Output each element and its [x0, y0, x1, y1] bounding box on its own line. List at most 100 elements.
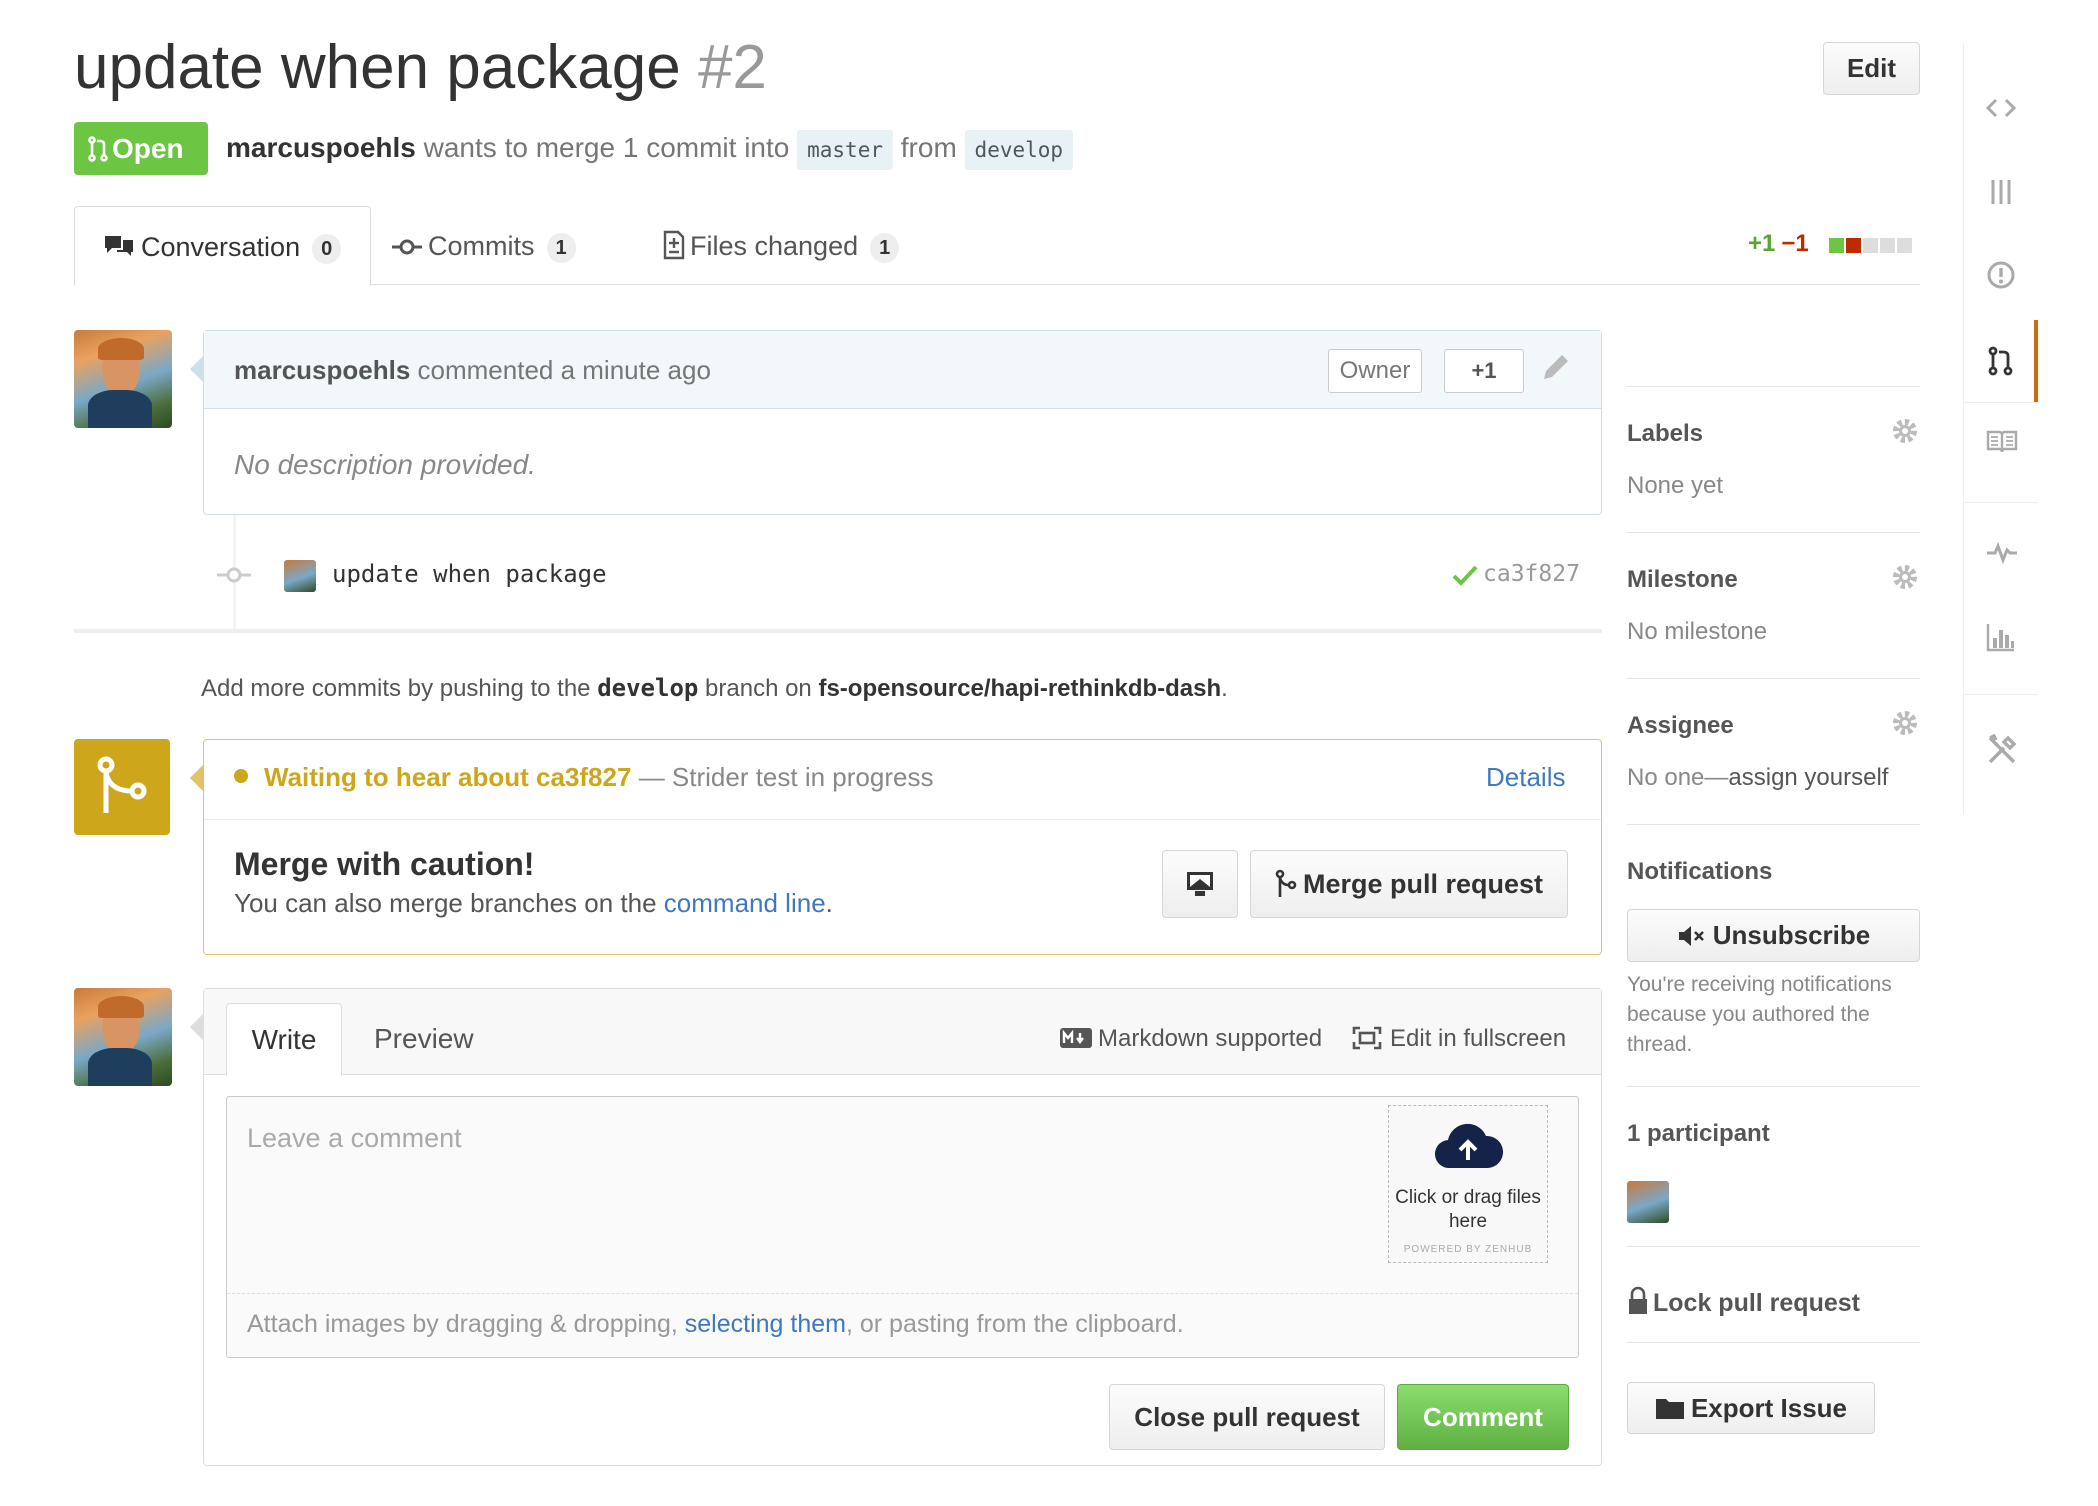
lock-icon	[1629, 1286, 1647, 1314]
add-more-commits: Add more commits by pushing to the devel…	[201, 674, 1228, 703]
composer-arrow	[190, 1013, 204, 1041]
nav-pull-requests[interactable]	[1964, 320, 2038, 402]
owner-badge: Owner	[1328, 349, 1422, 393]
nav-pulse[interactable]	[1964, 514, 2038, 596]
command-line-link[interactable]: command line	[664, 888, 826, 918]
edit-fullscreen-link[interactable]: Edit in fullscreen	[1352, 1025, 1566, 1053]
nav-separator	[1964, 502, 2038, 503]
tab-preview[interactable]: Preview	[374, 1003, 474, 1076]
pr-meta: marcuspoehls wants to merge 1 commit int…	[226, 128, 1074, 170]
labels-title[interactable]: Labels	[1627, 420, 1703, 448]
notifications-note: You're receiving notifications because y…	[1627, 973, 1892, 1056]
graphs-icon	[1986, 624, 2014, 652]
pr-number: #2	[697, 33, 767, 102]
details-link[interactable]: Details	[1486, 762, 1565, 793]
pending-dot-icon	[234, 769, 248, 783]
from-text: from	[900, 132, 957, 163]
add-more-middle: branch on	[705, 675, 812, 702]
nav-issues[interactable]	[1964, 234, 2038, 316]
comment-body: No description provided.	[234, 449, 536, 480]
status-wait[interactable]: Waiting to hear about ca3f827	[264, 762, 631, 792]
milestone-gear-icon[interactable]	[1890, 562, 1920, 592]
export-issue-button[interactable]: Export Issue	[1627, 1382, 1875, 1434]
commit-icon	[392, 239, 422, 255]
fullscreen-label: Edit in fullscreen	[1390, 1025, 1567, 1052]
git-merge-small-icon	[1275, 869, 1297, 897]
tab-conversation[interactable]: Conversation 0	[74, 206, 371, 286]
sidebar-divider	[1627, 386, 1920, 387]
commit-avatar[interactable]	[284, 560, 316, 592]
nav-code[interactable]	[1964, 70, 2038, 152]
tab-files-count: 1	[870, 232, 900, 263]
merge-status: Waiting to hear about ca3f827 — Strider …	[204, 740, 1601, 820]
check-icon[interactable]	[1452, 564, 1478, 586]
sidebar-divider	[1627, 532, 1920, 533]
markdown-icon	[1060, 1028, 1092, 1048]
participant-avatar[interactable]	[1627, 1181, 1669, 1223]
pull-request-icon	[88, 136, 108, 162]
lock-pull-request-link[interactable]: Lock pull request	[1627, 1286, 1860, 1318]
tab-commits[interactable]: Commits 1	[392, 206, 576, 286]
tab-files-label: Files changed	[690, 231, 859, 261]
commit-message[interactable]: update when package	[332, 560, 607, 588]
notifications-title: Notifications	[1627, 858, 1773, 885]
nav-graphs[interactable]	[1964, 596, 2038, 678]
milestone-title[interactable]: Milestone	[1627, 566, 1738, 594]
assignee-prefix: No one—	[1627, 764, 1729, 791]
fullscreen-icon	[1352, 1026, 1382, 1050]
edit-button[interactable]: Edit	[1823, 42, 1920, 95]
diffstat: +1 −1	[1748, 230, 1914, 260]
merge-text: wants to merge 1 commit into	[423, 132, 790, 163]
assign-yourself-link[interactable]: assign yourself	[1728, 764, 1888, 791]
pulse-icon	[1987, 541, 2017, 564]
zenhub-dropzone[interactable]: Click or drag files here POWERED BY ZENH…	[1388, 1105, 1548, 1263]
head-branch: develop	[964, 129, 1074, 170]
nav-wiki[interactable]	[1964, 402, 2038, 484]
comment-author[interactable]: marcuspoehls	[234, 355, 410, 385]
dropzone-powered: POWERED BY ZENHUB	[1403, 1244, 1533, 1255]
merge-pull-request-button[interactable]: Merge pull request	[1250, 850, 1568, 918]
merge-box: Waiting to hear about ca3f827 — Strider …	[190, 739, 1602, 955]
current-user-avatar[interactable]	[74, 988, 172, 1086]
pr-title: update when package #2	[74, 32, 767, 103]
tab-conversation-count: 0	[312, 233, 342, 264]
comment-header: marcuspoehls commented a minute ago Owne…	[204, 331, 1601, 409]
dropzone-text: Click or drag files here	[1395, 1187, 1541, 1232]
close-pull-request-button[interactable]: Close pull request	[1109, 1384, 1385, 1450]
tab-commits-count: 1	[546, 232, 576, 263]
sidebar-divider	[1627, 1086, 1920, 1087]
plus-one-button[interactable]: +1	[1444, 349, 1524, 393]
tab-files-changed[interactable]: Files changed 1	[662, 206, 900, 286]
commit-sha[interactable]: ca3f827	[1483, 561, 1580, 587]
unsubscribe-label: Unsubscribe	[1712, 920, 1871, 950]
comment-box: marcuspoehls commented a minute ago Owne…	[190, 330, 1602, 515]
pencil-icon[interactable]	[1540, 351, 1572, 383]
nav-projects[interactable]	[1964, 152, 2038, 234]
merge-status-icon	[74, 739, 170, 835]
markdown-label: Markdown supported	[1098, 1025, 1323, 1052]
markdown-supported-link[interactable]: Markdown supported	[1060, 1025, 1322, 1053]
merge-button-label: Merge pull request	[1302, 869, 1544, 899]
commit-node-icon	[217, 567, 251, 583]
comment-textarea[interactable]	[227, 1097, 1578, 1293]
selecting-them-link[interactable]: selecting them	[685, 1310, 846, 1338]
open-in-desktop-button[interactable]	[1162, 850, 1238, 918]
tab-write[interactable]: Write	[226, 1003, 342, 1076]
nav-settings[interactable]	[1964, 708, 2038, 790]
add-more-repo[interactable]: fs-opensource/hapi-rethinkdb-dash	[818, 675, 1221, 702]
comment-composer: Write Preview Markdown supported Edit in…	[190, 988, 1602, 1466]
merge-subtitle: You can also merge branches on the comma…	[234, 888, 833, 919]
comment-button[interactable]: Comment	[1397, 1384, 1569, 1450]
comment-discussion-icon	[105, 236, 133, 256]
author-avatar[interactable]	[74, 330, 172, 428]
pr-author[interactable]: marcuspoehls	[226, 132, 416, 163]
cloud-upload-icon	[1434, 1123, 1504, 1169]
git-merge-icon	[97, 756, 147, 813]
assignee-title[interactable]: Assignee	[1627, 712, 1734, 740]
labels-gear-icon[interactable]	[1890, 416, 1920, 446]
assignee-gear-icon[interactable]	[1890, 708, 1920, 738]
unsubscribe-button[interactable]: Unsubscribe	[1627, 909, 1920, 962]
milestone-value: No milestone	[1627, 618, 1768, 645]
nav-separator	[1964, 694, 2038, 695]
labels-value: None yet	[1627, 472, 1724, 499]
